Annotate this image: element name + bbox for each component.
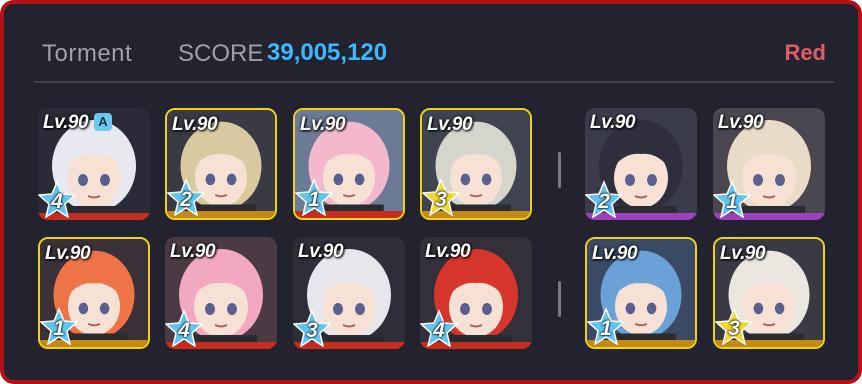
level-label: Lv.90 xyxy=(720,243,766,264)
student-card[interactable]: Lv.90 4 xyxy=(165,237,277,349)
student-card[interactable]: Lv.90 3 xyxy=(713,237,825,349)
level-label: Lv.90 xyxy=(425,241,471,262)
star-count: 1 xyxy=(53,317,65,340)
level-label: Lv.90 xyxy=(592,243,638,264)
student-card[interactable]: Lv.90 2 xyxy=(585,108,697,220)
student-card[interactable]: Lv.90 1 xyxy=(38,237,150,349)
student-card[interactable]: Lv.90 A 4 xyxy=(38,108,150,220)
star-count: 1 xyxy=(308,188,320,211)
level-label: Lv.90 xyxy=(172,114,218,135)
star-count: 1 xyxy=(726,190,738,213)
difficulty-label: Torment xyxy=(42,40,133,67)
level-label: Lv.90 xyxy=(427,114,473,135)
result-header: Torment SCORE 39,005,120 Red xyxy=(38,38,828,68)
team-separator xyxy=(558,281,561,317)
student-card[interactable]: Lv.90 2 xyxy=(165,108,277,220)
header-divider xyxy=(34,81,834,83)
star-count: 4 xyxy=(178,319,190,342)
star-count: 3 xyxy=(435,188,447,211)
score-value: 39,005,120 xyxy=(267,39,388,66)
weapon-badge: A xyxy=(94,113,112,131)
student-card[interactable]: Lv.90 1 xyxy=(585,237,697,349)
level-label: Lv.90 xyxy=(300,114,346,135)
student-card[interactable]: Lv.90 1 xyxy=(713,108,825,220)
star-count: 2 xyxy=(180,188,192,211)
student-card[interactable]: Lv.90 3 xyxy=(420,108,532,220)
student-card[interactable]: Lv.90 4 xyxy=(420,237,532,349)
level-label: Lv.90 xyxy=(170,241,216,262)
team-separator xyxy=(558,152,561,188)
team-label: Red xyxy=(784,40,826,65)
raid-result-panel: Torment SCORE 39,005,120 Red Lv.90 A 4 L… xyxy=(0,0,862,384)
level-label: Lv.90 xyxy=(45,243,91,264)
star-count: 1 xyxy=(600,317,612,340)
level-label: Lv.90 xyxy=(298,241,344,262)
level-label: Lv.90 xyxy=(718,112,764,133)
star-count: 4 xyxy=(433,319,445,342)
student-card[interactable]: Lv.90 3 xyxy=(293,237,405,349)
level-label: Lv.90 xyxy=(590,112,636,133)
star-count: 2 xyxy=(598,190,610,213)
star-count: 3 xyxy=(306,319,318,342)
level-label: Lv.90 xyxy=(43,112,89,133)
student-card[interactable]: Lv.90 1 xyxy=(293,108,405,220)
score-label: SCORE xyxy=(178,40,264,67)
star-count: 4 xyxy=(51,190,63,213)
star-count: 3 xyxy=(728,317,740,340)
